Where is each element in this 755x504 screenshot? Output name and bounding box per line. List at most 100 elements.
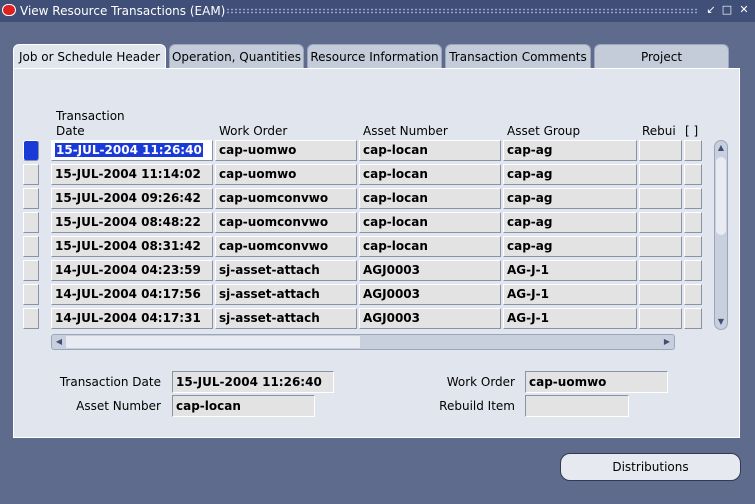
tab-panel: Transaction Date Work Order Asset Number… — [13, 68, 740, 438]
cell-transaction-date-text: 15-JUL-2004 08:48:22 — [55, 215, 201, 229]
cell-flexfield[interactable] — [684, 236, 702, 257]
cell-rebuild[interactable] — [639, 308, 682, 329]
scroll-left-icon[interactable]: ◀ — [52, 335, 66, 349]
col-header-work-order: Work Order — [219, 124, 288, 138]
row-selector[interactable] — [23, 260, 39, 281]
cell-rebuild[interactable] — [639, 284, 682, 305]
cell-asset-number[interactable]: cap-locan — [359, 164, 501, 185]
tab-transaction-comments[interactable]: Transaction Comments — [445, 44, 591, 69]
cell-work-order[interactable]: cap-uomconvwo — [215, 188, 357, 209]
cell-asset-number[interactable]: cap-locan — [359, 236, 501, 257]
asset-number-field[interactable]: cap-locan — [172, 395, 315, 417]
cell-work-order[interactable]: cap-uomwo — [215, 140, 357, 161]
cell-transaction-date-text: 14-JUL-2004 04:23:59 — [55, 263, 201, 277]
rebuild-item-field[interactable] — [525, 395, 629, 417]
cell-work-order-text: sj-asset-attach — [219, 311, 320, 325]
scroll-up-icon[interactable]: ▲ — [715, 141, 727, 155]
row-selector[interactable] — [23, 164, 39, 185]
cell-flexfield[interactable] — [684, 308, 702, 329]
cell-asset-number[interactable]: cap-locan — [359, 140, 501, 161]
row-selector[interactable] — [23, 212, 39, 233]
cell-transaction-date[interactable]: 15-JUL-2004 09:26:42 — [51, 188, 213, 209]
cell-flexfield[interactable] — [684, 260, 702, 281]
cell-transaction-date[interactable]: 14-JUL-2004 04:17:31 — [51, 308, 213, 329]
cell-rebuild[interactable] — [639, 164, 682, 185]
window-title: View Resource Transactions (EAM) — [20, 4, 226, 18]
cell-asset-number[interactable]: AGJ0003 — [359, 308, 501, 329]
cell-work-order[interactable]: sj-asset-attach — [215, 260, 357, 281]
cell-transaction-date-text: 14-JUL-2004 04:17:56 — [55, 287, 201, 301]
cell-transaction-date[interactable]: 15-JUL-2004 11:26:40 — [51, 140, 213, 161]
restore-icon[interactable]: ↙ — [704, 3, 718, 17]
cell-asset-number[interactable]: AGJ0003 — [359, 284, 501, 305]
transaction-date-label: Transaction Date — [59, 375, 161, 389]
transaction-date-field[interactable]: 15-JUL-2004 11:26:40 — [172, 371, 334, 393]
cell-work-order[interactable]: cap-uomconvwo — [215, 236, 357, 257]
cell-work-order[interactable]: sj-asset-attach — [215, 308, 357, 329]
cell-transaction-date[interactable]: 14-JUL-2004 04:23:59 — [51, 260, 213, 281]
titlebar-grip — [226, 8, 698, 14]
cell-asset-group[interactable]: cap-ag — [503, 188, 637, 209]
row-selector[interactable] — [23, 140, 39, 161]
cell-transaction-date[interactable]: 15-JUL-2004 08:48:22 — [51, 212, 213, 233]
row-selector[interactable] — [23, 308, 39, 329]
cell-asset-group-text: cap-ag — [507, 143, 553, 157]
cell-work-order-text: sj-asset-attach — [219, 287, 320, 301]
cell-rebuild[interactable] — [639, 236, 682, 257]
cell-asset-group[interactable]: AG-J-1 — [503, 284, 637, 305]
cell-asset-group[interactable]: cap-ag — [503, 164, 637, 185]
row-selector[interactable] — [23, 284, 39, 305]
distributions-button[interactable]: Distributions — [560, 453, 741, 481]
cell-asset-number[interactable]: AGJ0003 — [359, 260, 501, 281]
vertical-scroll-thumb[interactable] — [716, 157, 726, 235]
cell-rebuild[interactable] — [639, 212, 682, 233]
cell-rebuild[interactable] — [639, 260, 682, 281]
cell-transaction-date-text: 15-JUL-2004 11:26:40 — [55, 143, 203, 157]
cell-flexfield[interactable] — [684, 140, 702, 161]
col-header-flexfield: [ ] — [685, 124, 699, 138]
cell-flexfield[interactable] — [684, 188, 702, 209]
cell-asset-group-text: cap-ag — [507, 191, 553, 205]
cell-flexfield[interactable] — [684, 164, 702, 185]
cell-asset-number-text: cap-locan — [363, 239, 428, 253]
cell-asset-number[interactable]: cap-locan — [359, 188, 501, 209]
cell-asset-group[interactable]: cap-ag — [503, 236, 637, 257]
cell-work-order[interactable]: cap-uomwo — [215, 164, 357, 185]
tab-resource-information[interactable]: Resource Information — [307, 44, 442, 69]
scroll-right-icon[interactable]: ▶ — [660, 335, 674, 349]
cell-work-order[interactable]: sj-asset-attach — [215, 284, 357, 305]
tab-job-or-schedule-header[interactable]: Job or Schedule Header — [13, 44, 166, 70]
work-order-field[interactable]: cap-uomwo — [525, 371, 668, 393]
cell-transaction-date[interactable]: 15-JUL-2004 11:14:02 — [51, 164, 213, 185]
cell-transaction-date[interactable]: 15-JUL-2004 08:31:42 — [51, 236, 213, 257]
cell-asset-number[interactable]: cap-locan — [359, 212, 501, 233]
cell-asset-number-text: AGJ0003 — [363, 263, 420, 277]
cell-asset-number-text: cap-locan — [363, 167, 428, 181]
row-selector[interactable] — [23, 188, 39, 209]
cell-asset-number-text: AGJ0003 — [363, 311, 420, 325]
tab-project[interactable]: Project — [594, 44, 729, 69]
tab-operation-quantities[interactable]: Operation, Quantities — [169, 44, 304, 69]
cell-rebuild[interactable] — [639, 188, 682, 209]
cell-work-order[interactable]: cap-uomconvwo — [215, 212, 357, 233]
cell-asset-group-text: AG-J-1 — [507, 311, 549, 325]
close-icon[interactable]: ✕ — [737, 3, 751, 17]
row-selector[interactable] — [23, 236, 39, 257]
cell-asset-group[interactable]: cap-ag — [503, 212, 637, 233]
horizontal-scroll-thumb[interactable] — [66, 336, 360, 348]
vertical-scrollbar[interactable]: ▲ ▼ — [714, 140, 728, 330]
horizontal-scrollbar[interactable]: ◀ ▶ — [51, 334, 675, 350]
cell-flexfield[interactable] — [684, 284, 702, 305]
col-header-rebuild: Rebui — [642, 124, 676, 138]
cell-asset-number-text: AGJ0003 — [363, 287, 420, 301]
col-header-date-line1: Transaction — [56, 109, 125, 123]
cell-asset-group[interactable]: AG-J-1 — [503, 260, 637, 281]
cell-rebuild[interactable] — [639, 140, 682, 161]
cell-transaction-date[interactable]: 14-JUL-2004 04:17:56 — [51, 284, 213, 305]
cell-transaction-date-text: 15-JUL-2004 08:31:42 — [55, 239, 201, 253]
cell-asset-group[interactable]: AG-J-1 — [503, 308, 637, 329]
cell-asset-group[interactable]: cap-ag — [503, 140, 637, 161]
minimize-icon[interactable]: □ — [720, 3, 734, 17]
scroll-down-icon[interactable]: ▼ — [715, 315, 727, 329]
cell-flexfield[interactable] — [684, 212, 702, 233]
